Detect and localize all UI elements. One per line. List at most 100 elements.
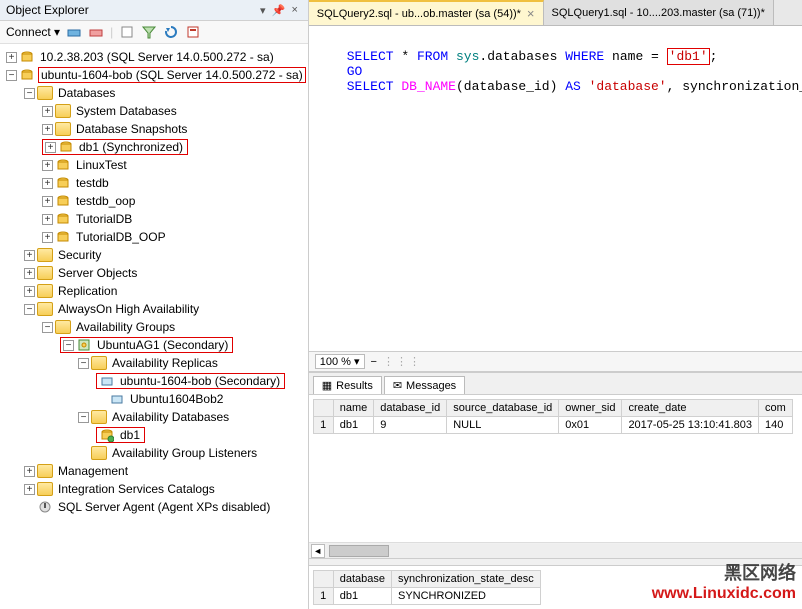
tree-toggle[interactable]: + xyxy=(42,124,53,135)
results-grid-1-wrap[interactable]: name database_id source_database_id owne… xyxy=(309,395,802,542)
tree-replica1[interactable]: ubuntu-1604-bob (Secondary) xyxy=(118,374,282,388)
tree-toggle[interactable]: + xyxy=(45,142,56,153)
tree-toggle[interactable]: + xyxy=(42,160,53,171)
col-owner-sid[interactable]: owner_sid xyxy=(559,400,622,417)
tree-toggle[interactable]: − xyxy=(6,70,17,81)
tree-replication[interactable]: Replication xyxy=(56,284,119,298)
object-explorer-tree[interactable]: + 10.2.38.203 (SQL Server 14.0.500.272 -… xyxy=(0,44,308,609)
tree-toggle[interactable]: − xyxy=(63,340,74,351)
tree-toggle[interactable]: + xyxy=(42,214,53,225)
tree-toggle[interactable]: − xyxy=(78,412,89,423)
tree-server-2[interactable]: ubuntu-1604-bob (SQL Server 14.0.500.272… xyxy=(38,67,306,83)
tree-toggle[interactable]: + xyxy=(42,196,53,207)
tree-toggle[interactable]: + xyxy=(42,178,53,189)
folder-icon xyxy=(37,248,53,262)
tree-db1[interactable]: db1 (Synchronized) xyxy=(77,140,185,154)
table-row[interactable]: 1 db1 9 NULL 0x01 2017-05-25 13:10:41.80… xyxy=(313,417,792,434)
database-icon xyxy=(99,428,115,442)
replica-icon xyxy=(99,374,115,388)
tree-toggle[interactable]: + xyxy=(24,268,35,279)
results-grid-1: name database_id source_database_id owne… xyxy=(313,399,793,434)
refresh-icon[interactable] xyxy=(163,24,179,40)
col-name[interactable]: name xyxy=(333,400,374,417)
panel-pin-icon[interactable]: 📌 xyxy=(272,4,286,17)
folder-icon xyxy=(37,302,53,316)
tree-replica2[interactable]: Ubuntu1604Bob2 xyxy=(128,392,225,406)
tree-management[interactable]: Management xyxy=(56,464,130,478)
tree-toggle[interactable]: − xyxy=(24,304,35,315)
col-create-date[interactable]: create_date xyxy=(622,400,759,417)
tab-sqlquery2[interactable]: SQLQuery2.sql - ub...ob.master (sa (54))… xyxy=(309,0,544,25)
tree-security[interactable]: Security xyxy=(56,248,103,262)
tree-listeners[interactable]: Availability Group Listeners xyxy=(110,446,259,460)
results-grid-2-wrap[interactable]: database synchronization_state_desc 1 db… xyxy=(309,566,802,609)
tree-toggle[interactable]: + xyxy=(24,484,35,495)
col-header[interactable] xyxy=(313,400,333,417)
tree-toggle[interactable]: − xyxy=(42,322,53,333)
sql-editor[interactable]: SELECT * FROM sys.databases WHERE name =… xyxy=(309,26,802,351)
close-icon[interactable]: × xyxy=(527,6,535,21)
messages-icon: ✉ xyxy=(393,379,402,392)
tree-availgroups[interactable]: Availability Groups xyxy=(74,320,177,334)
tree-sysdb[interactable]: System Databases xyxy=(74,104,179,118)
tree-testdb[interactable]: testdb xyxy=(74,176,111,190)
results-tab-results[interactable]: ▦Results xyxy=(313,376,382,394)
col-source-database-id[interactable]: source_database_id xyxy=(447,400,559,417)
tree-ubuntuag1[interactable]: UbuntuAG1 (Secondary) xyxy=(95,338,230,352)
server-icon xyxy=(19,68,35,82)
tree-server-1[interactable]: 10.2.38.203 (SQL Server 14.0.500.272 - s… xyxy=(38,50,276,64)
scroll-thumb[interactable] xyxy=(329,545,389,557)
tree-availreplicas[interactable]: Availability Replicas xyxy=(110,356,220,370)
grid-icon: ▦ xyxy=(322,379,332,392)
cell-database: db1 xyxy=(333,588,391,605)
results-tabs: ▦Results ✉Messages xyxy=(309,373,802,395)
tree-availdatabases[interactable]: Availability Databases xyxy=(110,410,231,424)
tree-serverobj[interactable]: Server Objects xyxy=(56,266,139,280)
split-handle-icon[interactable]: ⋮⋮⋮ xyxy=(383,355,422,368)
cell-owner-sid: 0x01 xyxy=(559,417,622,434)
tree-toggle[interactable]: − xyxy=(78,358,89,369)
connect-icon[interactable] xyxy=(66,24,82,40)
scroll-left-icon[interactable]: ◄ xyxy=(311,544,325,558)
col-sync-state[interactable]: synchronization_state_desc xyxy=(392,571,541,588)
tree-toggle[interactable]: − xyxy=(24,88,35,99)
object-explorer-panel: Object Explorer ▾ 📌 × Connect ▾ | + 10.2… xyxy=(0,0,309,609)
tab-sqlquery1[interactable]: SQLQuery1.sql - 10....203.master (sa (71… xyxy=(544,0,774,25)
connect-button[interactable]: Connect ▾ xyxy=(6,25,60,39)
tree-avdb1[interactable]: db1 xyxy=(118,428,142,442)
tree-databases[interactable]: Databases xyxy=(56,86,117,100)
tree-toggle[interactable]: + xyxy=(6,52,17,63)
tree-dbsnap[interactable]: Database Snapshots xyxy=(74,122,189,136)
tree-agent[interactable]: SQL Server Agent (Agent XPs disabled) xyxy=(56,500,272,514)
col-database[interactable]: database xyxy=(333,571,391,588)
stop-icon[interactable] xyxy=(119,24,135,40)
disconnect-icon[interactable] xyxy=(88,24,104,40)
tree-isc[interactable]: Integration Services Catalogs xyxy=(56,482,217,496)
tree-toggle[interactable]: + xyxy=(42,106,53,117)
tree-tutorialdb-oop[interactable]: TutorialDB_OOP xyxy=(74,230,168,244)
results-splitter[interactable] xyxy=(309,558,802,566)
col-header[interactable] xyxy=(313,571,333,588)
tree-testdb-oop[interactable]: testdb_oop xyxy=(74,194,137,208)
table-row[interactable]: 1 db1 SYNCHRONIZED xyxy=(313,588,540,605)
results-tab-messages[interactable]: ✉Messages xyxy=(384,376,465,394)
report-icon[interactable] xyxy=(185,24,201,40)
tree-toggle[interactable]: + xyxy=(24,250,35,261)
tree-toggle[interactable]: + xyxy=(24,286,35,297)
h-scrollbar[interactable]: ◄ ► xyxy=(309,542,802,558)
panel-close-icon[interactable]: × xyxy=(288,4,302,17)
col-database-id[interactable]: database_id xyxy=(374,400,447,417)
tree-linuxtest[interactable]: LinuxTest xyxy=(74,158,129,172)
main-panel: SQLQuery2.sql - ub...ob.master (sa (54))… xyxy=(309,0,802,609)
panel-dropdown-icon[interactable]: ▾ xyxy=(256,4,270,17)
folder-icon xyxy=(37,464,53,478)
zoom-minus[interactable]: − xyxy=(371,356,377,368)
tree-alwayson[interactable]: AlwaysOn High Availability xyxy=(56,302,201,316)
zoom-dropdown[interactable]: 100 % ▾ xyxy=(315,354,365,369)
filter-icon[interactable] xyxy=(141,24,157,40)
results-pane: ▦Results ✉Messages name database_id sour… xyxy=(309,372,802,609)
tree-toggle[interactable]: + xyxy=(24,466,35,477)
tree-toggle[interactable]: + xyxy=(42,232,53,243)
col-com[interactable]: com xyxy=(759,400,793,417)
tree-tutorialdb[interactable]: TutorialDB xyxy=(74,212,134,226)
